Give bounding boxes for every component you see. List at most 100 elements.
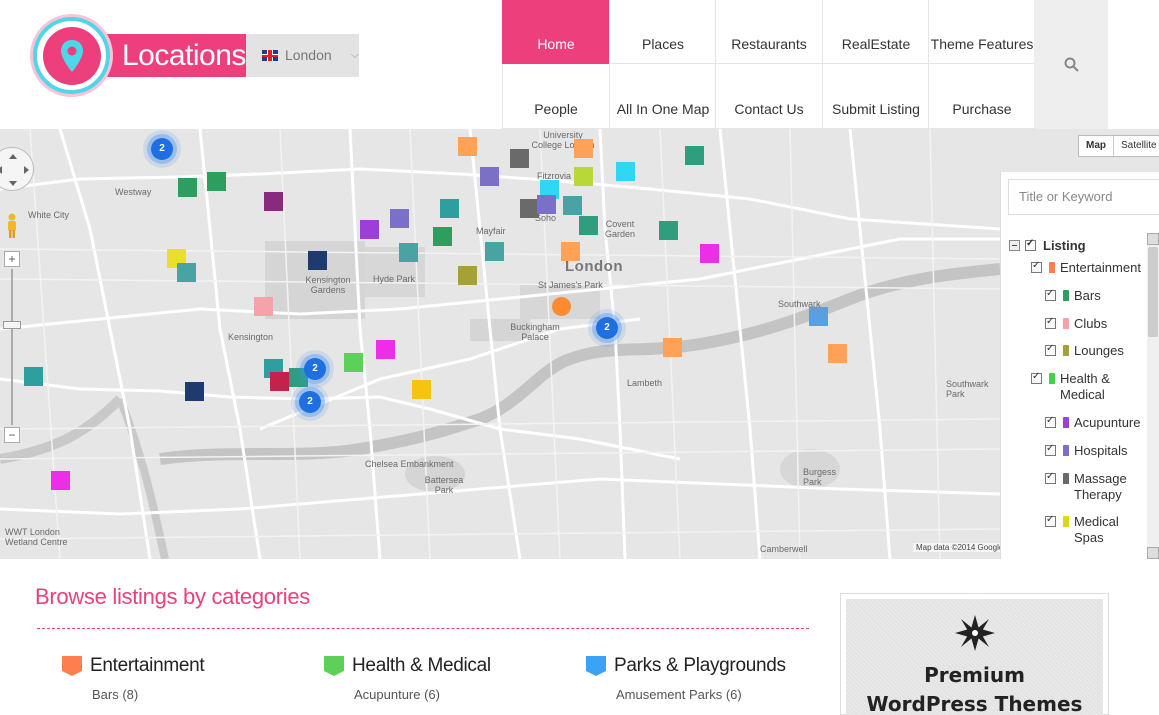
map-cluster[interactable]: 2 xyxy=(299,391,321,413)
subcategory-link[interactable]: Amusement Parks (6) xyxy=(616,687,786,702)
map-marker[interactable] xyxy=(574,139,593,158)
checkbox[interactable] xyxy=(1045,415,1056,428)
street-view-pegman-icon[interactable] xyxy=(5,213,19,239)
tree-item-lounges[interactable]: Lounges xyxy=(1045,343,1124,358)
tree-item-bars[interactable]: Bars xyxy=(1045,288,1101,303)
nav-realestate[interactable]: RealEstate xyxy=(822,0,929,64)
scroll-up-button[interactable] xyxy=(1147,233,1159,245)
map-marker[interactable] xyxy=(561,242,580,261)
tree-item-hospitals[interactable]: Hospitals xyxy=(1045,443,1127,458)
nav-people[interactable]: People xyxy=(502,64,609,129)
map-marker[interactable] xyxy=(185,382,204,401)
zoom-in-button[interactable]: + xyxy=(4,251,20,267)
city-selector[interactable]: London ⌵ xyxy=(246,34,359,77)
map-marker[interactable] xyxy=(510,149,529,168)
map-label-district: Mayfair xyxy=(476,226,506,236)
map-marker[interactable] xyxy=(828,344,847,363)
subcategory-link[interactable]: Acupunture (6) xyxy=(354,687,491,702)
map-marker[interactable] xyxy=(207,172,226,191)
nav-all-in-one-map[interactable]: All In One Map xyxy=(609,64,716,129)
checkbox[interactable] xyxy=(1025,238,1036,251)
nav-home[interactable]: Home xyxy=(502,0,609,64)
nav-purchase[interactable]: Purchase xyxy=(928,64,1035,129)
map-marker[interactable] xyxy=(308,251,327,270)
checkbox[interactable] xyxy=(1045,316,1056,329)
tree-root-listing[interactable]: Listing xyxy=(1009,238,1086,253)
tree-item-massage-therapy[interactable]: Massage Therapy xyxy=(1045,471,1127,503)
map-marker[interactable] xyxy=(376,340,395,359)
chevron-down-icon: ⌵ xyxy=(350,49,359,61)
checkbox[interactable] xyxy=(1031,260,1042,273)
map-type-satellite-button[interactable]: Satellite xyxy=(1114,136,1159,156)
map-marker[interactable] xyxy=(563,196,582,215)
map-type-map-button[interactable]: Map xyxy=(1079,136,1114,156)
header-search-button[interactable] xyxy=(1034,0,1108,129)
browse-section-title: Browse listings by categories xyxy=(35,584,310,609)
map-pan-control[interactable] xyxy=(0,147,34,191)
map-marker[interactable] xyxy=(458,266,477,285)
scroll-down-button[interactable] xyxy=(1147,547,1159,559)
tree-item-entertainment[interactable]: Entertainment xyxy=(1031,260,1141,275)
map-marker[interactable] xyxy=(254,297,273,316)
tree-item-clubs[interactable]: Clubs xyxy=(1045,316,1107,331)
keyword-search-input[interactable]: Title or Keyword xyxy=(1008,179,1159,215)
zoom-out-button[interactable]: − xyxy=(4,427,20,443)
site-brand[interactable]: Locations xyxy=(104,34,246,77)
checkbox[interactable] xyxy=(1045,514,1056,527)
map-marker[interactable] xyxy=(480,167,499,186)
checkbox[interactable] xyxy=(1045,471,1056,484)
map-marker[interactable] xyxy=(344,353,363,372)
filter-scrollbar[interactable] xyxy=(1147,233,1159,559)
nav-submit-listing[interactable]: Submit Listing xyxy=(822,64,929,129)
checkbox[interactable] xyxy=(1045,288,1056,301)
collapse-icon[interactable] xyxy=(1009,240,1020,251)
checkbox[interactable] xyxy=(1045,443,1056,456)
sidebar-ad-banner[interactable]: Premium WordPress Themes xyxy=(840,593,1109,715)
category-title[interactable]: Parks & Playgrounds xyxy=(614,655,786,677)
map-cluster[interactable]: 2 xyxy=(151,138,173,160)
map-marker[interactable] xyxy=(659,221,678,240)
map-marker[interactable] xyxy=(270,372,289,391)
category-title[interactable]: Entertainment xyxy=(90,655,205,677)
map-marker[interactable] xyxy=(579,216,598,235)
tree-item-medical-spas[interactable]: Medical Spas xyxy=(1045,514,1119,546)
map-marker[interactable] xyxy=(485,242,504,261)
category-title[interactable]: Health & Medical xyxy=(352,655,491,677)
map-marker[interactable] xyxy=(433,227,452,246)
map-cluster[interactable]: 2 xyxy=(304,358,326,380)
nav-restaurants[interactable]: Restaurants xyxy=(715,0,822,64)
map-marker[interactable] xyxy=(399,243,418,262)
nav-theme-features[interactable]: Theme Features xyxy=(928,0,1035,64)
nav-contact-us[interactable]: Contact Us xyxy=(715,64,822,129)
subcategory-link[interactable]: Bars (8) xyxy=(92,687,204,702)
map-marker[interactable] xyxy=(574,167,593,186)
map-marker[interactable] xyxy=(700,244,719,263)
map-marker[interactable] xyxy=(390,209,409,228)
nav-places[interactable]: Places xyxy=(609,0,716,64)
map-marker[interactable] xyxy=(552,297,571,316)
map-marker[interactable] xyxy=(177,263,196,282)
checkbox[interactable] xyxy=(1031,371,1042,384)
map-cluster[interactable]: 2 xyxy=(596,317,618,339)
map-marker[interactable] xyxy=(616,162,635,181)
listings-map[interactable]: London Kensington Gardens Hyde Park Buck… xyxy=(0,129,1159,559)
map-marker[interactable] xyxy=(178,178,197,197)
zoom-slider-thumb[interactable] xyxy=(3,321,21,329)
map-marker[interactable] xyxy=(537,195,556,214)
tree-item-acupunture[interactable]: Acupunture xyxy=(1045,415,1141,430)
map-marker[interactable] xyxy=(809,307,828,326)
map-marker[interactable] xyxy=(412,380,431,399)
zoom-slider-track[interactable] xyxy=(11,269,13,425)
map-marker[interactable] xyxy=(264,192,283,211)
tree-item-health-medical[interactable]: Health & Medical xyxy=(1031,371,1110,403)
map-marker[interactable] xyxy=(24,367,43,386)
map-marker[interactable] xyxy=(360,220,379,239)
map-marker[interactable] xyxy=(685,146,704,165)
logo-pin-icon[interactable] xyxy=(33,17,110,94)
map-marker[interactable] xyxy=(440,199,459,218)
checkbox[interactable] xyxy=(1045,343,1056,356)
map-marker[interactable] xyxy=(663,338,682,357)
map-marker[interactable] xyxy=(51,471,70,490)
scroll-thumb[interactable] xyxy=(1148,247,1158,337)
map-marker[interactable] xyxy=(458,137,477,156)
